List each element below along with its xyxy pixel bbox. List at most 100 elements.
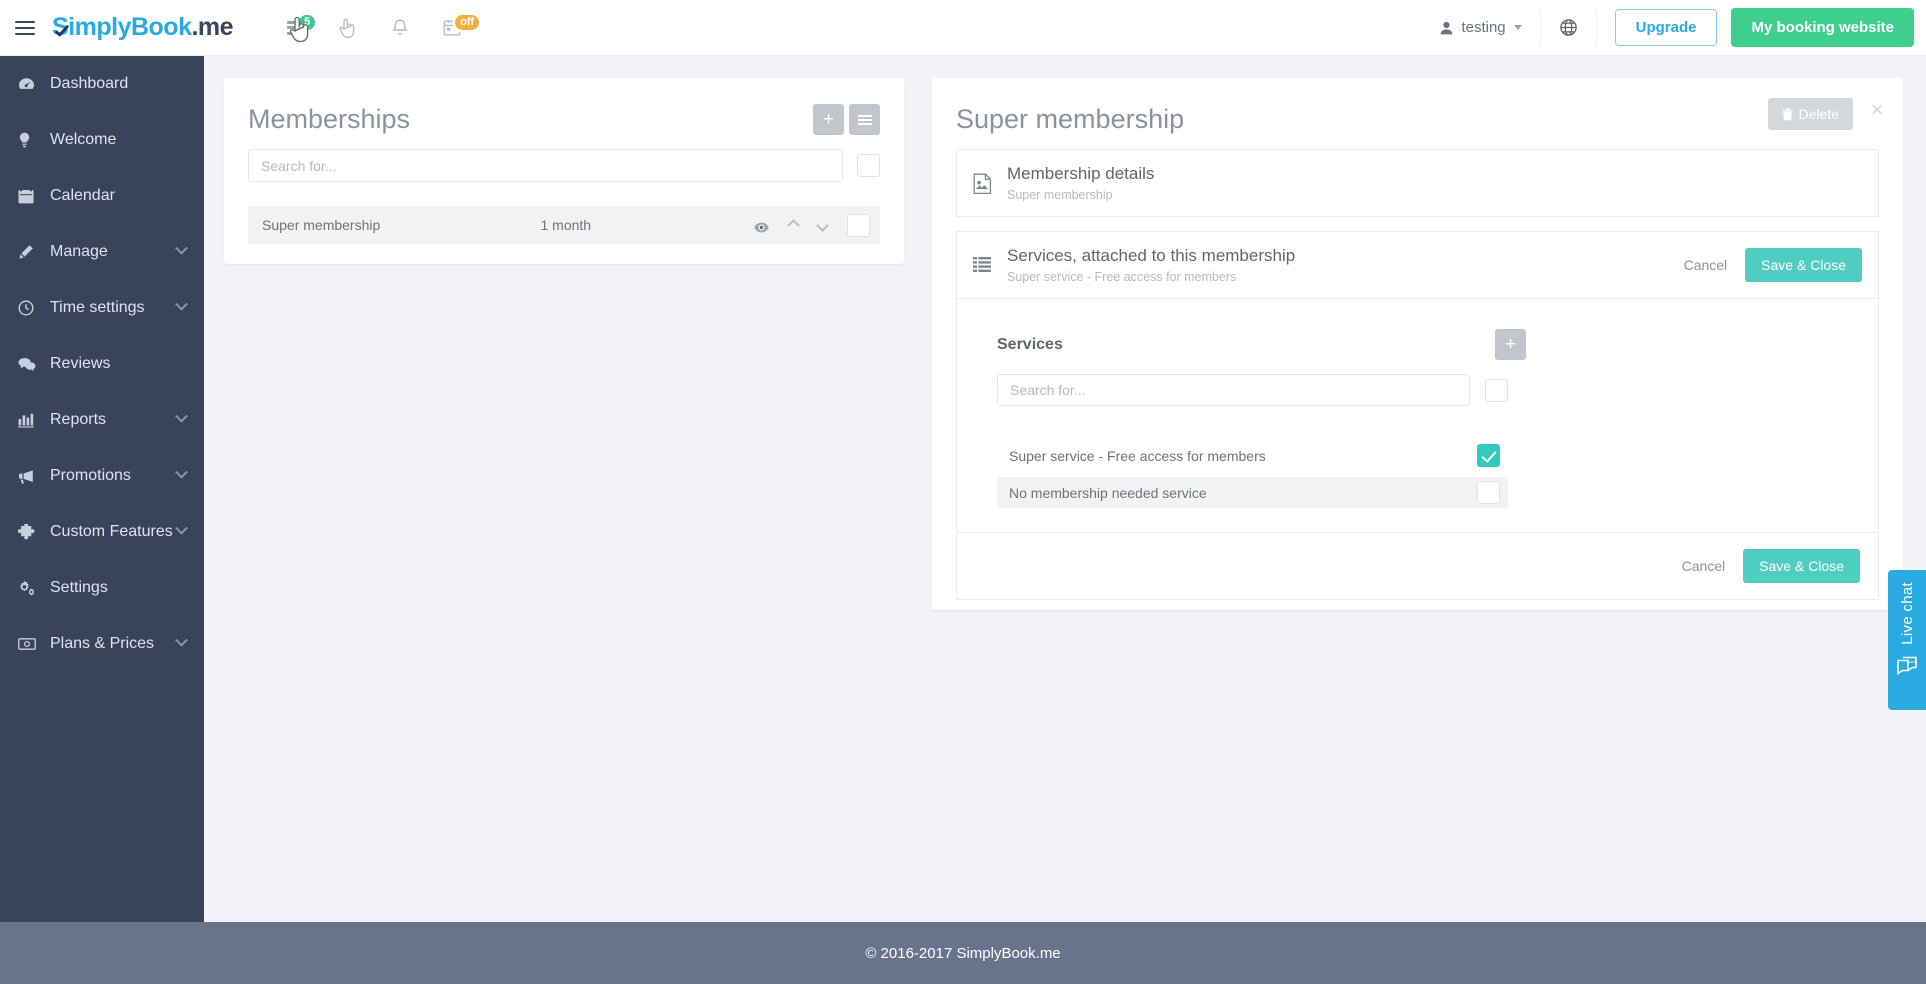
services-search-input[interactable] — [997, 374, 1470, 406]
membership-row-checkbox[interactable] — [847, 213, 870, 237]
table-row[interactable]: Super membership 1 month — [248, 206, 880, 244]
sidebar-item-time-settings[interactable]: Time settings — [0, 280, 204, 336]
add-service-button[interactable]: + — [1495, 329, 1526, 360]
membership-list-options-button[interactable] — [849, 104, 880, 135]
save-and-close-button[interactable]: Save & Close — [1743, 549, 1860, 583]
section-title: Services, attached to this membership — [1007, 246, 1296, 265]
top-bar: SimplyBook.me 5 off testing Upgrade My b… — [0, 0, 1926, 56]
sidebar-item-manage[interactable]: Manage — [0, 224, 204, 280]
list-item[interactable]: No membership needed service — [997, 477, 1508, 508]
top-bar-right: testing Upgrade My booking website — [1422, 0, 1926, 56]
move-up-icon[interactable] — [787, 218, 800, 232]
main-content: Memberships + Super membership 1 month — [204, 56, 1926, 922]
clock-icon — [18, 300, 44, 316]
service-checkbox[interactable] — [1477, 444, 1500, 467]
chevron-down-icon — [1513, 25, 1522, 30]
globe-icon — [1559, 19, 1577, 36]
my-booking-website-button[interactable]: My booking website — [1731, 8, 1914, 47]
copyright-text: © 2016-2017 SimplyBook.me — [865, 944, 1061, 962]
sidebar-item-label: Dashboard — [50, 75, 129, 92]
save-and-close-button-top[interactable]: Save & Close — [1745, 248, 1862, 282]
section-subtitle: Super membership — [1007, 188, 1113, 202]
bell-icon[interactable] — [385, 11, 415, 45]
hand-cursor-icon[interactable] — [333, 11, 363, 45]
services-search-row — [997, 374, 1838, 406]
memberships-search-input[interactable] — [248, 149, 843, 182]
sidebar-item-plans-prices[interactable]: Plans & Prices — [0, 616, 204, 672]
delete-button[interactable]: Delete — [1767, 98, 1853, 130]
sidebar-item-label: Calendar — [50, 187, 115, 204]
dashboard-icon — [18, 77, 44, 92]
language-globe-button[interactable] — [1541, 8, 1597, 47]
money-icon — [18, 638, 44, 650]
list-item[interactable]: Super service - Free access for members — [997, 440, 1508, 471]
chevron-down-icon — [175, 409, 188, 423]
sidebar-item-dashboard[interactable]: Dashboard — [0, 56, 204, 112]
calendar-icon[interactable]: off — [437, 11, 482, 45]
upgrade-button[interactable]: Upgrade — [1614, 9, 1718, 46]
brand-logo[interactable]: SimplyBook.me — [52, 13, 234, 42]
page-title: Memberships — [248, 104, 411, 134]
user-icon — [1441, 21, 1453, 34]
pencil-icon — [18, 244, 44, 260]
eye-icon[interactable] — [754, 220, 769, 232]
page-footer: © 2016-2017 SimplyBook.me — [0, 922, 1926, 984]
trash-icon — [1781, 107, 1793, 120]
services-body: Services + Super service - Free access f… — [957, 298, 1878, 532]
section-title: Membership details — [1007, 164, 1155, 183]
services-select-all-checkbox[interactable] — [1485, 378, 1508, 402]
chevron-down-icon — [175, 521, 188, 535]
burger-line — [15, 32, 35, 35]
chevron-down-icon — [175, 241, 188, 255]
add-membership-button[interactable]: + — [813, 104, 844, 135]
memberships-panel: Memberships + Super membership 1 month — [224, 78, 904, 264]
gears-icon — [18, 580, 44, 596]
user-menu[interactable]: testing — [1422, 8, 1541, 47]
sidebar-item-label: Reports — [50, 411, 107, 428]
comments-icon — [18, 357, 44, 372]
sidebar: Dashboard Welcome Calendar Manage Time s… — [0, 56, 204, 922]
sidebar-item-welcome[interactable]: Welcome — [0, 112, 204, 168]
service-checkbox[interactable] — [1477, 481, 1500, 504]
calendar-badge: off — [453, 12, 482, 32]
sidebar-item-calendar[interactable]: Calendar — [0, 168, 204, 224]
sidebar-item-promotions[interactable]: Promotions — [0, 448, 204, 504]
sidebar-item-custom-features[interactable]: Custom Features — [0, 504, 204, 560]
chat-bubble-icon — [1895, 655, 1919, 684]
cancel-button-top[interactable]: Cancel — [1684, 257, 1728, 273]
live-chat-tab[interactable]: Live chat — [1888, 570, 1926, 710]
sidebar-item-reports[interactable]: Reports — [0, 392, 204, 448]
section-subtitle: Super service - Free access for members — [1007, 270, 1237, 284]
memberships-select-all-checkbox[interactable] — [857, 154, 880, 177]
cancel-button[interactable]: Cancel — [1682, 558, 1726, 574]
chevron-down-icon — [175, 297, 188, 311]
list-icon — [973, 256, 1007, 274]
move-down-icon[interactable] — [816, 218, 829, 232]
sidebar-toggle-button[interactable] — [0, 0, 44, 56]
chevron-down-icon — [175, 465, 188, 479]
detail-panel-header: Super membership Delete × — [932, 78, 1903, 135]
burger-line — [15, 26, 35, 29]
services-heading: Services — [997, 335, 1063, 353]
live-chat-label: Live chat — [1898, 582, 1916, 645]
plus-icon: + — [822, 109, 835, 130]
close-icon[interactable]: × — [1865, 98, 1889, 122]
notes-icon[interactable]: 5 — [281, 11, 318, 45]
document-image-icon — [973, 173, 1007, 194]
calendar-icon — [18, 188, 44, 204]
section-services-attached: Services, attached to this membership Su… — [956, 231, 1879, 533]
sidebar-item-reviews[interactable]: Reviews — [0, 336, 204, 392]
service-label: Super service - Free access for members — [1009, 447, 1266, 464]
brand-suffix: .me — [191, 13, 234, 41]
sidebar-item-label: Welcome — [50, 131, 117, 148]
delete-label: Delete — [1798, 106, 1839, 122]
sidebar-item-label: Reviews — [50, 355, 111, 372]
section-membership-details[interactable]: Membership details Super membership — [956, 149, 1879, 217]
section-header[interactable]: Services, attached to this membership Su… — [957, 232, 1878, 298]
services-sub-header: Services + — [997, 329, 1838, 360]
bar-chart-icon — [18, 413, 44, 428]
sidebar-item-settings[interactable]: Settings — [0, 560, 204, 616]
section-header: Membership details Super membership — [957, 150, 1878, 216]
sidebar-item-label: Manage — [50, 243, 108, 260]
sidebar-item-label: Plans & Prices — [50, 635, 155, 652]
